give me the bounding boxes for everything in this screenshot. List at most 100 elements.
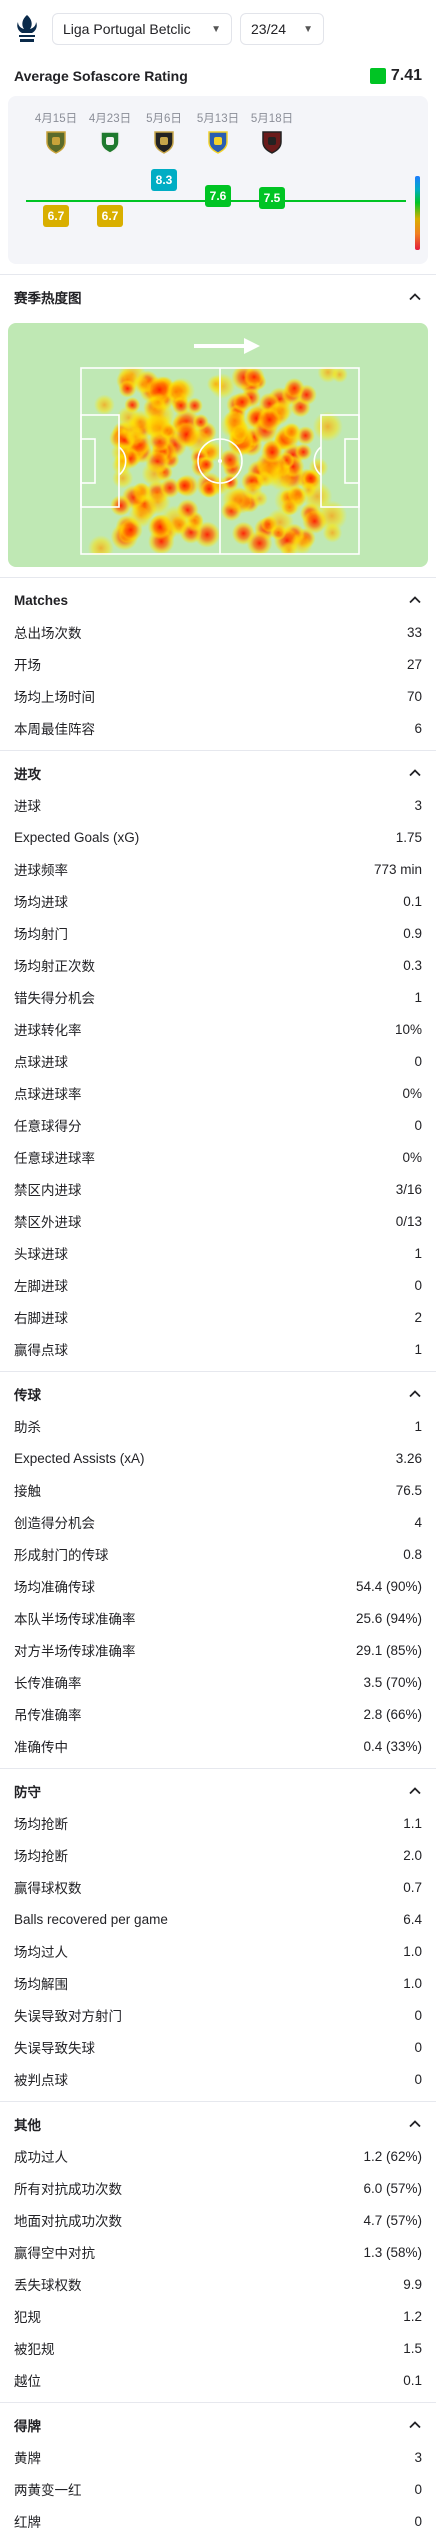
heat-blob xyxy=(312,411,343,442)
stat-value: 1.2 (62%) xyxy=(363,2148,422,2164)
stat-value: 3 xyxy=(414,2449,422,2465)
match-rating-badge: 7.6 xyxy=(205,185,231,207)
stat-row: 场均射门 0.9 xyxy=(0,917,436,949)
rating-match-column[interactable]: 5月18日 7.5 xyxy=(232,96,312,256)
chevron-up-icon[interactable] xyxy=(408,766,422,780)
stat-row: 吊传准确率 2.8 (66%) xyxy=(0,1698,436,1730)
stat-row: 场均抢断 1.1 xyxy=(0,1807,436,1839)
stat-row: 场均进球 0.1 xyxy=(0,885,436,917)
stat-label: 本周最佳阵容 xyxy=(14,722,95,737)
stat-label: 禁区内进球 xyxy=(14,1183,82,1198)
stat-label: 场均抢断 xyxy=(14,1817,68,1832)
section-header[interactable]: 得牌 xyxy=(0,2409,436,2441)
chevron-up-icon[interactable] xyxy=(408,2117,422,2131)
stat-row: 头球进球 1 xyxy=(0,1237,436,1269)
heat-blob xyxy=(141,460,168,487)
season-select[interactable]: 23/24 ▼ xyxy=(240,13,324,45)
chevron-up-icon[interactable] xyxy=(408,1387,422,1401)
heat-blob xyxy=(131,482,153,504)
match-rating-badge: 7.5 xyxy=(259,187,285,209)
stat-label: 助杀 xyxy=(14,1420,41,1435)
heat-blob xyxy=(206,375,225,393)
stat-label: 失误导致失球 xyxy=(14,2041,95,2056)
stat-value: 4 xyxy=(414,1514,422,1530)
stat-label: 本队半场传球准确率 xyxy=(14,1612,136,1627)
stat-row: 长传准确率 3.5 (70%) xyxy=(0,1666,436,1698)
stat-row: 被犯规 1.5 xyxy=(0,2332,436,2364)
league-select[interactable]: Liga Portugal Betclic ▼ xyxy=(52,13,232,45)
stat-value: 0.3 xyxy=(403,957,422,973)
divider xyxy=(0,1768,436,1769)
stat-value: 1.2 xyxy=(403,2308,422,2324)
stat-row: 开场 27 xyxy=(0,648,436,680)
chevron-up-icon[interactable] xyxy=(408,593,422,607)
stat-label: 场均抢断 xyxy=(14,1849,68,1864)
section-header[interactable]: 传球 xyxy=(0,1378,436,1410)
stat-value: 2 xyxy=(414,1309,422,1325)
chevron-up-icon[interactable] xyxy=(408,1784,422,1798)
stat-row: 赢得球权数 0.7 xyxy=(0,1871,436,1903)
section-header[interactable]: Matches xyxy=(0,584,436,616)
rating-chart-card: 4月15日 6.7 4月23日 6.7 5月6日 8.3 5月13日 7.6 5月18日 7.5 xyxy=(8,96,428,264)
stat-row: 红牌 0 xyxy=(0,2505,436,2528)
stat-label: 进球转化率 xyxy=(14,1023,82,1038)
stat-row: 右脚进球 2 xyxy=(0,1301,436,1333)
heat-blob xyxy=(94,394,115,416)
stat-row: 场均解围 1.0 xyxy=(0,1967,436,1999)
heat-blob xyxy=(159,505,192,538)
stat-label: 吊传准确率 xyxy=(14,1708,82,1723)
section-title: 防守 xyxy=(14,1785,41,1800)
divider xyxy=(0,2101,436,2102)
section-title: Matches xyxy=(14,592,69,608)
heat-blob xyxy=(290,532,313,555)
heatmap-header[interactable]: 赛季热度图 xyxy=(0,277,436,317)
stat-value: 0 xyxy=(414,1277,422,1293)
heat-blob xyxy=(220,410,250,440)
stat-label: 任意球得分 xyxy=(14,1119,82,1134)
stat-row: 失误导致失球 0 xyxy=(0,2031,436,2063)
heat-blob xyxy=(243,367,265,388)
rating-scale-bar xyxy=(415,176,420,250)
heat-blob xyxy=(274,485,305,516)
stat-label: 失误导致对方射门 xyxy=(14,2009,122,2024)
stat-label: 地面对抗成功次数 xyxy=(14,2214,122,2229)
stat-value: 1.0 xyxy=(403,1975,422,1991)
stat-row: Expected Goals (xG) 1.75 xyxy=(0,821,436,853)
section-header[interactable]: 其他 xyxy=(0,2108,436,2140)
stat-value: 6 xyxy=(414,720,422,736)
stat-value: 6.0 (57%) xyxy=(363,2180,422,2196)
divider xyxy=(0,577,436,578)
stat-row: 对方半场传球准确率 29.1 (85%) xyxy=(0,1634,436,1666)
heat-blob xyxy=(322,523,343,543)
heat-blob xyxy=(243,480,263,500)
divider xyxy=(0,1371,436,1372)
stat-value: 2.0 xyxy=(403,1847,422,1863)
chevron-up-icon[interactable] xyxy=(408,290,422,304)
stat-value: 0.9 xyxy=(403,925,422,941)
heat-blob xyxy=(284,377,305,399)
heatmap-pitch xyxy=(80,367,360,555)
stat-row: 助杀 1 xyxy=(0,1410,436,1442)
stat-value: 0.7 xyxy=(403,1879,422,1895)
stat-value: 6.4 xyxy=(403,1911,422,1927)
stat-value: 9.9 xyxy=(403,2276,422,2292)
stat-label: 长传准确率 xyxy=(14,1676,82,1691)
stat-label: 接触 xyxy=(14,1484,41,1499)
stat-value: 0/13 xyxy=(395,1213,422,1229)
heat-blob xyxy=(271,398,294,421)
stat-label: 总出场次数 xyxy=(14,626,82,641)
rating-color-square xyxy=(369,68,386,84)
stat-label: 点球进球 xyxy=(14,1055,68,1070)
stat-label: 准确传中 xyxy=(14,1740,68,1755)
stat-value: 0 xyxy=(414,1053,422,1069)
section-header[interactable]: 防守 xyxy=(0,1775,436,1807)
stat-value: 1.1 xyxy=(403,1815,422,1831)
rating-header: Average Sofascore Rating 7.41 xyxy=(0,58,436,94)
section-header[interactable]: 进攻 xyxy=(0,757,436,789)
stat-label: 对方半场传球准确率 xyxy=(14,1644,136,1659)
stat-row: 场均射正次数 0.3 xyxy=(0,949,436,981)
stat-value: 70 xyxy=(406,688,422,704)
stat-value: 76.5 xyxy=(395,1482,422,1498)
chevron-up-icon[interactable] xyxy=(408,2418,422,2432)
stat-value: 1 xyxy=(414,1341,422,1357)
